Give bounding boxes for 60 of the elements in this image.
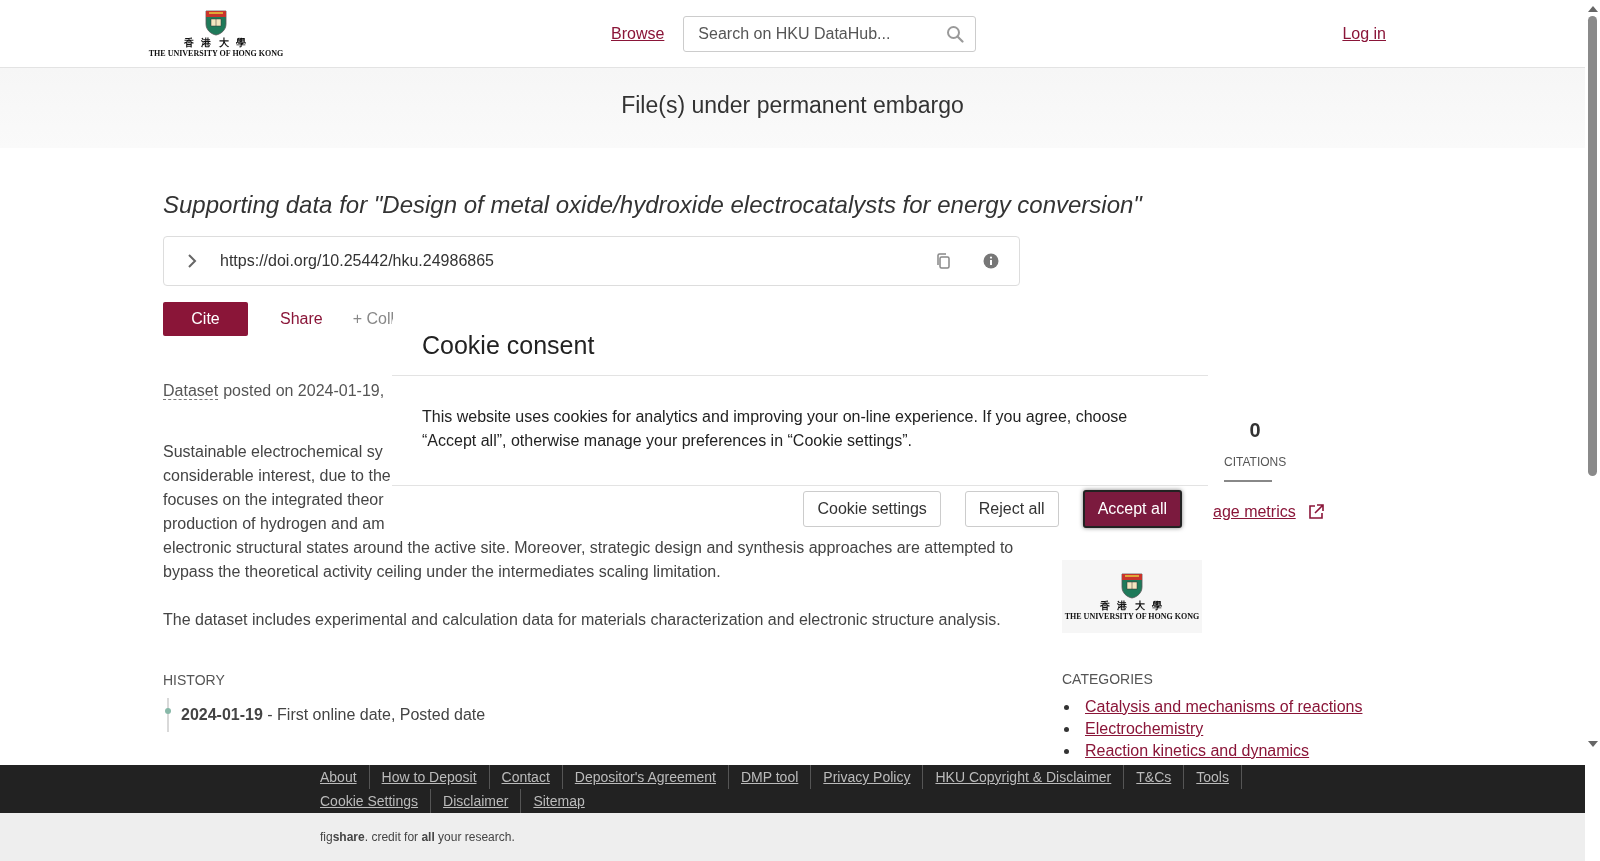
footer-link[interactable]: T&Cs <box>1136 769 1172 785</box>
chevron-right-icon <box>187 253 197 269</box>
bullet-icon <box>1064 704 1069 710</box>
dialog-title: Cookie consent <box>422 331 595 360</box>
footer-link[interactable]: Cookie Settings <box>320 793 419 809</box>
accept-button[interactable]: Accept all <box>1082 490 1182 528</box>
crest-icon <box>1121 572 1143 599</box>
search-field[interactable]: Search on HKU DataHub... <box>683 15 977 52</box>
logo-chinese-text: 香 港 大 學 <box>183 36 249 49</box>
metric-label: CITATIONS <box>1224 454 1287 470</box>
footer-link[interactable]: Disclaimer <box>443 793 509 809</box>
footer-link[interactable]: Tools <box>1196 769 1229 785</box>
bullet-icon <box>1064 726 1069 732</box>
bullet-icon <box>1064 748 1069 754</box>
description-line: considerable interest, due to the <box>163 466 391 486</box>
category-link[interactable]: Reaction kinetics and dynamics <box>1085 740 1310 762</box>
timeline-marker-icon <box>164 698 172 732</box>
footer-link[interactable]: Contact <box>501 769 550 785</box>
description-line: bypass the theoretical activity ceiling under the intermediates scaling limitation. <box>163 562 721 582</box>
browse-link[interactable]: Browse <box>611 24 665 43</box>
collect-link[interactable]: + Coll <box>352 302 395 336</box>
external-link-icon <box>1307 504 1324 520</box>
credit-text: figshare. credit for all your research. <box>320 830 515 844</box>
logo-english-text: THE UNIVERSITY OF HONG KONG <box>1064 611 1200 621</box>
search-icon <box>946 24 965 43</box>
history-heading: HISTORY <box>163 672 226 688</box>
footer-link[interactable]: How to Deposit <box>381 769 477 785</box>
dialog-button[interactable]: Cookie settings <box>803 491 941 527</box>
doi-link[interactable]: https://doi.org/10.25442/hku.24986865 <box>220 252 936 270</box>
share-link[interactable]: Share <box>272 302 331 336</box>
logo-english-text: THE UNIVERSITY OF HONG KONG <box>148 48 284 58</box>
cite-button[interactable]: Cite <box>163 302 248 336</box>
login-link[interactable]: Log in <box>1342 24 1386 43</box>
crest-icon <box>205 9 227 36</box>
description-line: focuses on the integrated theor <box>163 490 384 510</box>
description-paragraph: The dataset includes experimental and calculation data for materials characterization and electronic structure analysis. <box>163 610 1002 630</box>
logo-chinese-text: 香 港 大 學 <box>1099 599 1165 612</box>
description-line: Sustainable electrochemical sy <box>163 442 383 462</box>
history-event: 2024-01-19 - First online date, Posted date <box>181 706 486 724</box>
footer-link[interactable]: Privacy Policy <box>823 769 911 785</box>
footer-link[interactable]: Sitemap <box>533 793 585 809</box>
footer-link[interactable]: DMP tool <box>741 769 799 785</box>
item-title: Supporting data for "Design of metal oxide/hydroxide electrocatalysts for energy conversion" <box>163 190 1142 220</box>
category-link[interactable]: Electrochemistry <box>1085 718 1204 740</box>
copy-icon <box>936 253 950 269</box>
posted-date-text: posted on 2024-01-19, <box>223 382 385 399</box>
categories-heading: CATEGORIES <box>1062 671 1153 687</box>
footer-link[interactable]: HKU Copyright & Disclaimer <box>935 769 1112 785</box>
description-line: production of hydrogen and am <box>163 514 385 534</box>
footer-link[interactable]: About <box>320 769 357 785</box>
metric-value: 0 <box>1249 418 1261 442</box>
embargo-text: File(s) under permanent embargo <box>621 91 964 119</box>
dialog-text: This website uses cookies for analytics and improving your on-line experience. If you agree, choose “Accept all”, otherwise manage your preferences in “Cookie settings”. <box>422 407 1129 451</box>
usage-metrics-link[interactable]: age metrics <box>1213 502 1296 522</box>
info-icon <box>983 253 999 269</box>
dialog-button[interactable]: Reject all <box>964 491 1059 527</box>
footer-link[interactable]: Depositor's Agreement <box>574 769 716 785</box>
item-type-label: Dataset <box>163 382 219 400</box>
category-link[interactable]: Catalysis and mechanisms of reactions <box>1085 696 1363 718</box>
description-line: electronic structural states around the active site. Moreover, strategic design and synthesis approaches are attempted to <box>163 538 1014 558</box>
